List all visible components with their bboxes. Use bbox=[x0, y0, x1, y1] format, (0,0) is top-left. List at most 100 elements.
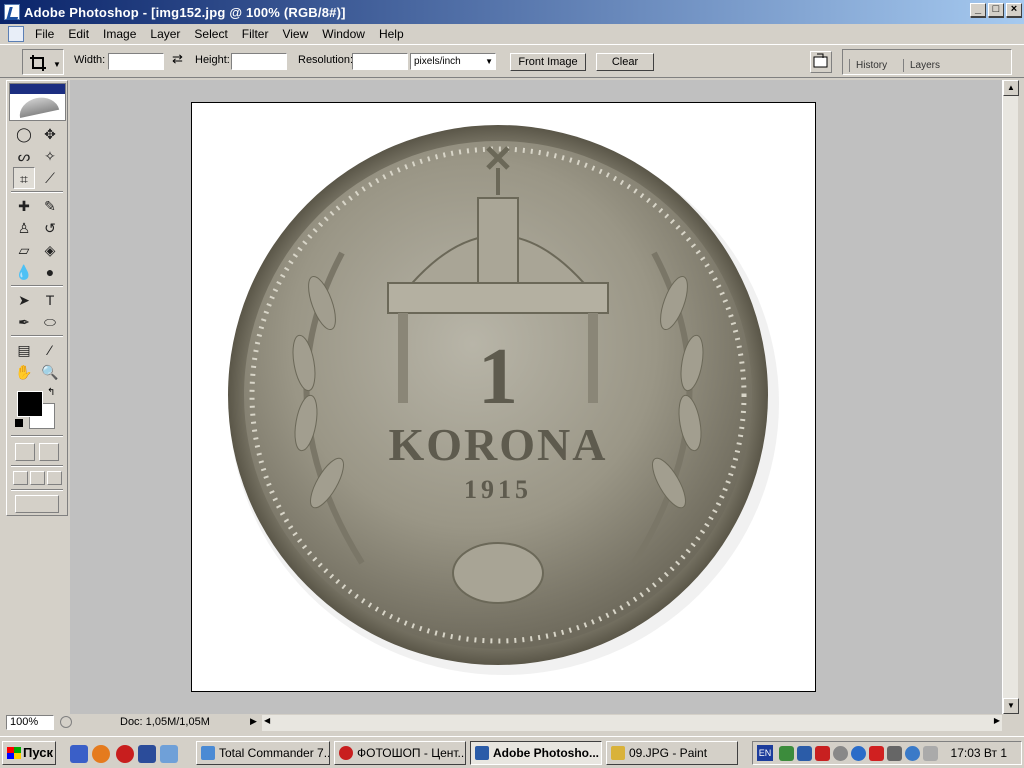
menu-window[interactable]: Window bbox=[315, 25, 372, 43]
palette-well: History Layers bbox=[842, 49, 1012, 75]
width-input[interactable] bbox=[108, 53, 164, 70]
notes-tool-icon[interactable]: ▤ bbox=[13, 339, 35, 361]
menu-layer[interactable]: Layer bbox=[143, 25, 187, 43]
brush-tool-icon[interactable]: ✎ bbox=[39, 195, 61, 217]
menu-bar: File Edit Image Layer Select Filter View… bbox=[0, 3, 1024, 44]
opera-icon bbox=[339, 746, 353, 760]
explorer-icon[interactable] bbox=[160, 745, 178, 763]
scroll-up-icon[interactable]: ▲ bbox=[1003, 80, 1019, 96]
zoom-tool-icon[interactable]: 🔍 bbox=[39, 361, 61, 383]
paint-bucket-icon[interactable]: ◈ bbox=[39, 239, 61, 261]
ellipse-shape-icon[interactable]: ⬭ bbox=[39, 311, 61, 333]
paint-icon bbox=[611, 746, 625, 760]
quick-mask-button[interactable] bbox=[39, 443, 59, 461]
title-bar: Adobe Photoshop - [img152.jpg @ 100% (RG… bbox=[0, 0, 1024, 24]
status-bar: 100% Doc: 1,05M/1,05M ▶ ◀ ▶ bbox=[0, 714, 1024, 732]
update-icon[interactable] bbox=[797, 746, 812, 761]
menu-edit[interactable]: Edit bbox=[61, 25, 96, 43]
move-tool-icon[interactable]: ✥ bbox=[39, 123, 61, 145]
slice-tool-icon[interactable]: ⟋ bbox=[39, 167, 61, 189]
toolbox: ◯ ✥ ᔕ ✧ ⌗ ⟋ ✚ ✎ ♙ ↺ ▱ ◈ 💧 ● ➤ T ✒ ⬭ ▤ ⁄ … bbox=[6, 80, 68, 516]
word-icon[interactable] bbox=[70, 745, 88, 763]
status-menu-icon[interactable] bbox=[60, 716, 72, 728]
coin-denomination: 1 bbox=[478, 333, 518, 421]
task-paint[interactable]: 09.JPG - Paint bbox=[606, 741, 738, 765]
menu-help[interactable]: Help bbox=[372, 25, 411, 43]
lightning-icon[interactable] bbox=[851, 746, 866, 761]
elliptical-marquee-icon[interactable]: ◯ bbox=[13, 123, 35, 145]
menu-file[interactable]: File bbox=[28, 25, 61, 43]
chevron-down-icon: ▼ bbox=[53, 60, 61, 69]
options-bar: ▼ Width: ⇄ Height: Resolution: pixels/in… bbox=[0, 44, 1024, 78]
menu-filter[interactable]: Filter bbox=[235, 25, 276, 43]
tool-preset-picker[interactable]: ▼ bbox=[22, 49, 64, 75]
healing-brush-icon[interactable]: ✚ bbox=[13, 195, 35, 217]
clear-button[interactable]: Clear bbox=[596, 53, 654, 71]
eyedropper-icon[interactable]: ⁄ bbox=[39, 339, 61, 361]
doc-minimize-button[interactable]: _ bbox=[970, 3, 986, 17]
jump-to-imageready-button[interactable] bbox=[15, 495, 59, 513]
foreground-color-swatch[interactable] bbox=[17, 391, 43, 417]
resolution-input[interactable] bbox=[352, 53, 408, 70]
network-icon[interactable] bbox=[779, 746, 794, 761]
task-photoshop-forum[interactable]: ФОТОШОП - Цент... bbox=[334, 741, 466, 765]
scroll-down-icon[interactable]: ▼ bbox=[1003, 698, 1019, 714]
file-browser-icon[interactable] bbox=[810, 51, 832, 73]
menu-select[interactable]: Select bbox=[187, 25, 234, 43]
path-selection-icon[interactable]: ➤ bbox=[13, 289, 35, 311]
vertical-scrollbar[interactable]: ▲ ▼ bbox=[1002, 80, 1019, 714]
units-select[interactable]: pixels/inch ▼ bbox=[410, 53, 496, 70]
audio-icon[interactable] bbox=[887, 746, 902, 761]
scroll-left-icon[interactable]: ◀ bbox=[264, 716, 270, 725]
full-screen-button[interactable] bbox=[47, 471, 62, 485]
start-button[interactable]: Пуск bbox=[2, 741, 56, 765]
horizontal-scrollbar[interactable]: ◀ ▶ bbox=[262, 715, 1002, 731]
feather-logo-icon bbox=[16, 94, 60, 118]
standard-screen-button[interactable] bbox=[13, 471, 28, 485]
menu-view[interactable]: View bbox=[275, 25, 315, 43]
zoom-level-input[interactable]: 100% bbox=[6, 715, 54, 730]
tab-layers[interactable]: Layers bbox=[903, 59, 946, 72]
task-total-commander[interactable]: Total Commander 7... bbox=[196, 741, 330, 765]
standard-mode-button[interactable] bbox=[15, 443, 35, 461]
keyboard-icon[interactable] bbox=[923, 746, 938, 761]
menu-image[interactable]: Image bbox=[96, 25, 143, 43]
tab-history[interactable]: History bbox=[849, 59, 893, 72]
status-arrow-icon[interactable]: ▶ bbox=[250, 716, 257, 727]
opera-icon[interactable] bbox=[116, 745, 134, 763]
dodge-tool-icon[interactable]: ● bbox=[39, 261, 61, 283]
pen-tool-icon[interactable]: ✒ bbox=[13, 311, 35, 333]
lasso-tool-icon[interactable]: ᔕ bbox=[13, 145, 35, 167]
adobe-online-button[interactable] bbox=[9, 83, 66, 121]
connection-icon[interactable] bbox=[905, 746, 920, 761]
resolution-label: Resolution: bbox=[298, 54, 354, 66]
clock[interactable]: 17:03 Вт 1 bbox=[951, 746, 1007, 760]
clone-stamp-icon[interactable]: ♙ bbox=[13, 217, 35, 239]
firefox-icon[interactable] bbox=[92, 745, 110, 763]
eraser-tool-icon[interactable]: ▱ bbox=[13, 239, 35, 261]
save-icon[interactable] bbox=[138, 745, 156, 763]
photoshop-app-icon[interactable] bbox=[4, 4, 20, 20]
ati-icon[interactable] bbox=[869, 746, 884, 761]
doc-close-button[interactable]: × bbox=[1006, 3, 1022, 17]
history-brush-icon[interactable]: ↺ bbox=[39, 217, 61, 239]
hand-tool-icon[interactable]: ✋ bbox=[13, 361, 35, 383]
type-tool-icon[interactable]: T bbox=[39, 289, 61, 311]
doc-restore-button[interactable]: □ bbox=[988, 3, 1004, 17]
swap-icon[interactable]: ⇄ bbox=[172, 51, 183, 67]
antivirus-icon[interactable] bbox=[815, 746, 830, 761]
document-canvas[interactable]: 1 KORONA 1915 bbox=[191, 102, 816, 692]
document-icon[interactable] bbox=[8, 26, 24, 42]
disc-icon[interactable] bbox=[833, 746, 848, 761]
swap-colors-icon[interactable]: ↰ bbox=[47, 387, 55, 398]
height-input[interactable] bbox=[231, 53, 287, 70]
blur-tool-icon[interactable]: 💧 bbox=[13, 261, 35, 283]
task-adobe-photoshop[interactable]: Adobe Photosho... bbox=[470, 741, 602, 765]
front-image-button[interactable]: Front Image bbox=[510, 53, 586, 71]
default-colors-icon[interactable] bbox=[15, 419, 23, 427]
magic-wand-icon[interactable]: ✧ bbox=[39, 145, 61, 167]
language-indicator[interactable]: EN bbox=[757, 745, 773, 761]
full-screen-menu-button[interactable] bbox=[30, 471, 45, 485]
scroll-right-icon[interactable]: ▶ bbox=[994, 716, 1000, 725]
crop-tool-icon[interactable]: ⌗ bbox=[13, 167, 35, 189]
